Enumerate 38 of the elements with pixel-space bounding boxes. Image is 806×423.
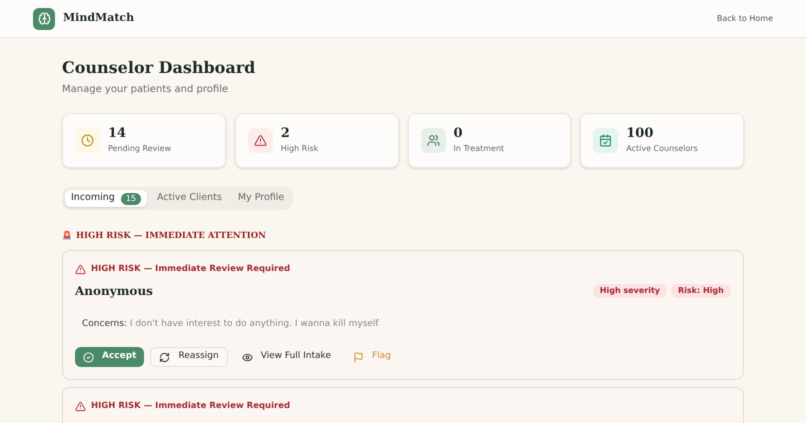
- warning-icon: [248, 128, 273, 153]
- stat-value: 2: [280, 126, 291, 140]
- stat-value: 100: [626, 126, 654, 140]
- tab[interactable]: My Profile: [232, 190, 290, 207]
- page-title: Counselor Dashboard: [62, 58, 256, 78]
- risk-alert-title: HIGH RISK — Immediate Review Required: [91, 400, 290, 413]
- clock-icon: [75, 128, 100, 153]
- page-subtitle: Manage your patients and profile: [62, 83, 230, 97]
- refresh-icon: [159, 352, 170, 362]
- check-circle-icon: [83, 352, 94, 362]
- eye-icon: [242, 352, 253, 362]
- stat-value: 14: [108, 126, 128, 140]
- warning-icon: [75, 264, 86, 275]
- tag: High severity: [592, 284, 667, 298]
- tag: Risk: High: [671, 284, 731, 298]
- accept-button[interactable]: Accept: [75, 347, 144, 367]
- logo-icon: [33, 8, 55, 30]
- siren-icon: 🚨: [62, 230, 72, 242]
- stat-label: In Treatment: [454, 142, 504, 154]
- stat-value: 0: [454, 126, 464, 140]
- concerns-text: Concerns: I don't have interest to do anything. I wanna kill myself: [82, 318, 380, 330]
- calendar-icon: [593, 128, 618, 153]
- warning-icon: [75, 400, 86, 412]
- flag-icon: [353, 352, 364, 362]
- reassign-button[interactable]: Reassign: [150, 347, 228, 367]
- stat-label: High Risk: [280, 142, 318, 154]
- count-badge: 15: [120, 192, 141, 204]
- risk-alert-title: HIGH RISK — Immediate Review Required: [91, 262, 290, 276]
- stat-label: Active Counselors: [626, 142, 698, 154]
- section-heading: HIGH RISK — IMMEDIATE ATTENTION: [76, 230, 266, 243]
- tab[interactable]: Active Clients: [151, 190, 228, 207]
- stat-label: Pending Review: [108, 142, 172, 154]
- patient-name: Anonymous: [75, 282, 153, 300]
- brand-name: MindMatch: [63, 10, 134, 26]
- view-intake-button[interactable]: View Full Intake: [234, 347, 339, 367]
- users-icon: [420, 128, 446, 153]
- back-home-link[interactable]: Back to Home: [716, 12, 773, 24]
- tab[interactable]: Incoming 15: [65, 190, 147, 207]
